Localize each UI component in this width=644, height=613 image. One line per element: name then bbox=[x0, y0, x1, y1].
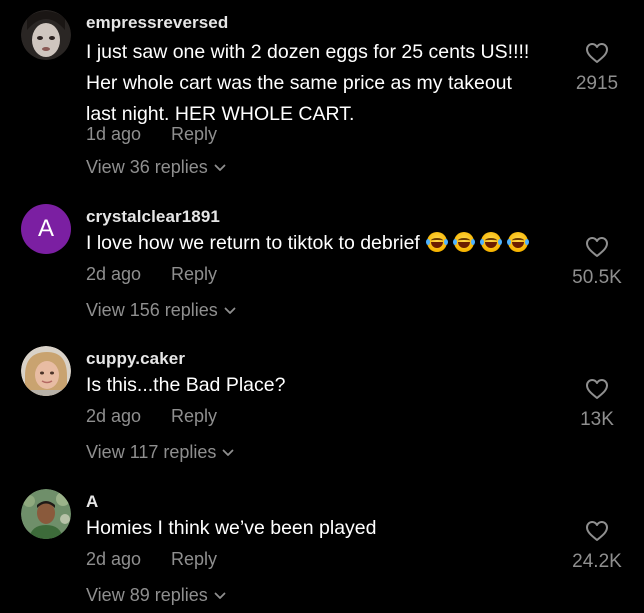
comment-date: 1d ago bbox=[86, 124, 142, 144]
like-count: 2915 bbox=[575, 73, 619, 94]
comment-date: 2d ago bbox=[86, 406, 142, 426]
view-replies-button[interactable]: View 89 replies bbox=[86, 584, 226, 606]
reply-button[interactable]: Reply bbox=[171, 264, 217, 285]
comment-meta: 2d ago Reply bbox=[86, 549, 217, 570]
like-button[interactable]: 2915 bbox=[562, 42, 632, 95]
like-count: 13K bbox=[580, 409, 614, 430]
comment-text: Is this...the Bad Place? bbox=[86, 374, 286, 396]
view-replies-label: View 156 replies bbox=[86, 300, 218, 320]
comment-username[interactable]: A bbox=[86, 492, 98, 512]
chevron-down-icon bbox=[224, 299, 236, 320]
chevron-down-icon bbox=[214, 156, 226, 177]
comment-text-body: I love how we return to tiktok to debrie… bbox=[86, 232, 420, 254]
comment-username[interactable]: crystalclear1891 bbox=[86, 207, 220, 227]
laughing-emoji-icon bbox=[452, 232, 475, 252]
comment-text: I love how we return to tiktok to debrie… bbox=[86, 228, 566, 259]
comment-username[interactable]: empressreversed bbox=[86, 13, 228, 33]
view-replies-button[interactable]: View 117 replies bbox=[86, 441, 234, 463]
heart-outline-icon bbox=[562, 520, 632, 547]
avatar[interactable] bbox=[21, 489, 71, 539]
like-count: 50.5K bbox=[572, 267, 622, 288]
avatar[interactable] bbox=[21, 10, 71, 60]
comment-text-line: I just saw one with 2 dozen eggs for 25 … bbox=[86, 41, 530, 63]
comment-text: Homies I think we’ve been played bbox=[86, 517, 377, 539]
chevron-down-icon bbox=[222, 441, 234, 462]
like-button[interactable]: 13K bbox=[562, 378, 632, 431]
avatar-letter: A bbox=[37, 215, 54, 242]
reply-button[interactable]: Reply bbox=[171, 124, 217, 145]
reply-button[interactable]: Reply bbox=[171, 549, 217, 570]
view-replies-label: View 36 replies bbox=[86, 157, 208, 177]
comment-username[interactable]: cuppy.caker bbox=[86, 349, 185, 369]
comment-date: 2d ago bbox=[86, 264, 142, 284]
comment-text-line: Her whole cart was the same price as my … bbox=[86, 72, 512, 94]
comment-meta: 2d ago Reply bbox=[86, 264, 217, 285]
avatar[interactable]: A bbox=[21, 204, 71, 254]
comment-date: 2d ago bbox=[86, 549, 142, 569]
reply-button[interactable]: Reply bbox=[171, 406, 217, 427]
view-replies-button[interactable]: View 156 replies bbox=[86, 299, 236, 321]
view-replies-label: View 117 replies bbox=[86, 442, 217, 462]
heart-outline-icon bbox=[562, 236, 632, 263]
laughing-emoji-icon bbox=[506, 232, 529, 252]
heart-outline-icon bbox=[562, 378, 632, 405]
comment-meta: 2d ago Reply bbox=[86, 406, 217, 427]
like-count: 24.2K bbox=[572, 551, 622, 572]
avatar[interactable] bbox=[21, 346, 71, 396]
view-replies-label: View 89 replies bbox=[86, 585, 208, 605]
like-button[interactable]: 24.2K bbox=[562, 520, 632, 573]
heart-outline-icon bbox=[562, 42, 632, 69]
chevron-down-icon bbox=[214, 584, 226, 605]
comment-text: I just saw one with 2 dozen eggs for 25 … bbox=[86, 37, 566, 130]
view-replies-button[interactable]: View 36 replies bbox=[86, 156, 226, 178]
laughing-emoji-icon bbox=[479, 232, 502, 252]
comment-meta: 1d ago Reply bbox=[86, 124, 217, 145]
laughing-emoji-icon bbox=[425, 232, 448, 252]
like-button[interactable]: 50.5K bbox=[562, 236, 632, 289]
